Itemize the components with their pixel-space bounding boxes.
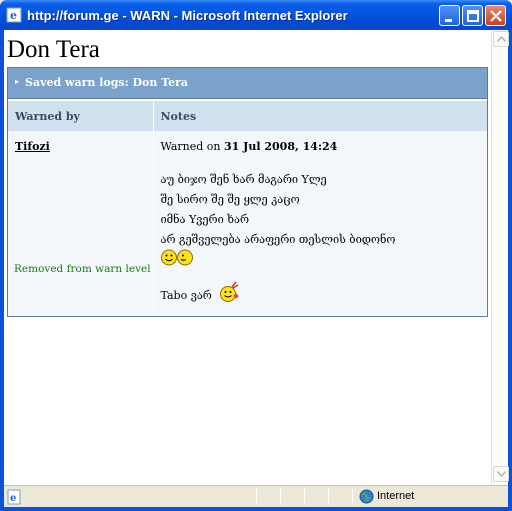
note-line: იმნა Yვერი ხარ xyxy=(160,213,250,226)
browser-viewport[interactable]: Don Tera ▸ Saved warn logs: Don Tera War… xyxy=(4,30,509,485)
wink-emoticon-icon xyxy=(219,281,238,302)
svg-text:e: e xyxy=(10,493,16,504)
warn-status-text: Removed from warn level xyxy=(14,263,151,275)
column-header-notes: Notes xyxy=(153,99,487,131)
status-separator xyxy=(328,489,329,505)
page-icon: e xyxy=(7,489,21,505)
note-line: შე სირო შე შე ყლე კაცო xyxy=(160,193,300,206)
status-separator xyxy=(304,489,305,505)
panel-header: ▸ Saved warn logs: Don Tera xyxy=(8,68,487,99)
warned-by-link[interactable]: Tifozi xyxy=(15,140,50,153)
security-zone-label: Internet xyxy=(377,490,415,502)
table-header-row: Warned by Notes xyxy=(8,99,487,131)
window-title: http://forum.ge - WARN - Microsoft Inter… xyxy=(27,8,348,23)
status-separator xyxy=(352,489,353,505)
column-header-warned-by: Warned by xyxy=(8,99,154,131)
close-icon xyxy=(490,10,502,22)
notes-content: Warned on 31 Jul 2008, 14:24 აუ ბიჯო შენ… xyxy=(160,131,488,315)
scroll-up-button[interactable] xyxy=(493,31,509,47)
warn-log-panel: ▸ Saved warn logs: Don Tera Warned by No… xyxy=(7,67,488,317)
panel-arrow-icon: ▸ xyxy=(15,77,20,86)
maximize-icon xyxy=(467,10,479,22)
svg-text:e: e xyxy=(10,9,17,22)
status-separator xyxy=(256,489,257,505)
window-border-bottom xyxy=(0,507,512,511)
table-row: Tifozi Warned on 31 Jul 2008, 14:24 აუ ბ… xyxy=(8,131,487,315)
warned-by-cell: Tifozi xyxy=(8,131,154,315)
signoff-text: Tabo ვარ xyxy=(160,289,212,302)
notes-cell: Warned on 31 Jul 2008, 14:24 აუ ბიჯო შენ… xyxy=(153,131,487,315)
browser-window: e http://forum.ge - WARN - Microsoft Int… xyxy=(0,0,512,511)
ie-icon: e xyxy=(6,7,22,23)
scroll-up-icon xyxy=(497,36,506,42)
minimize-icon xyxy=(445,19,452,22)
window-border-right xyxy=(508,30,512,507)
title-bar[interactable]: e http://forum.ge - WARN - Microsoft Int… xyxy=(0,0,512,30)
globe-icon xyxy=(359,489,374,504)
vertical-scrollbar[interactable] xyxy=(491,30,509,485)
scroll-down-icon xyxy=(497,471,506,477)
page-title: Don Tera xyxy=(7,36,100,63)
status-bar: e Internet xyxy=(4,485,508,507)
smiley-emoticon-icon xyxy=(160,249,193,266)
scroll-down-button[interactable] xyxy=(493,466,509,482)
panel-title: Saved warn logs: Don Tera xyxy=(25,76,189,89)
close-button[interactable] xyxy=(485,5,506,26)
warned-on-line: Warned on 31 Jul 2008, 14:24 xyxy=(161,140,338,153)
status-separator xyxy=(280,489,281,505)
warned-on-date: 31 Jul 2008, 14:24 xyxy=(224,140,338,153)
warn-log-table: Warned by Notes Tifozi Warned on 31 Jul … xyxy=(8,99,487,315)
minimize-button[interactable] xyxy=(439,5,460,26)
page-content: Don Tera ▸ Saved warn logs: Don Tera War… xyxy=(4,30,489,485)
maximize-button[interactable] xyxy=(462,5,483,26)
note-line: აუ ბიჯო შენ ხარ მაგარი Yლე xyxy=(160,173,327,186)
warned-on-label: Warned on xyxy=(160,140,221,153)
note-line: არ გეშველება არაფერი თესლის ბიდონო xyxy=(160,233,396,246)
